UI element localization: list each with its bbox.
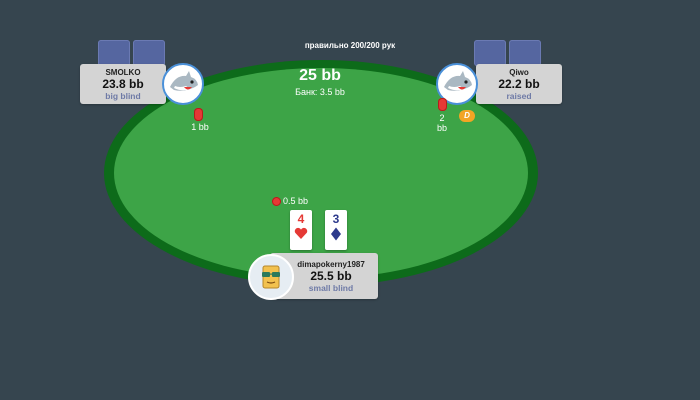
opponent-card-back <box>509 40 541 66</box>
player-stack: 23.8 bb <box>102 77 144 91</box>
player-name: Qiwo <box>509 68 529 77</box>
player-status: big blind <box>105 91 141 101</box>
card-rank: 3 <box>332 212 340 226</box>
player-bet: 1 bb <box>191 122 209 132</box>
bet-chip <box>194 108 203 121</box>
opponent-card-back <box>98 40 130 66</box>
seat-qiwo[interactable]: Qiwo 22.2 bb raised <box>476 64 562 104</box>
bet-chip <box>438 98 447 111</box>
player-name: SMOLKO <box>105 68 141 77</box>
sunglasses-avatar-icon <box>248 254 294 300</box>
player-stack: 22.2 bb <box>498 77 540 91</box>
diamond-suit-icon <box>325 227 347 246</box>
opponent-card-back <box>133 40 165 66</box>
dealer-button: D <box>459 110 475 122</box>
hole-card-2: 3 <box>325 210 347 250</box>
heart-suit-icon <box>290 227 312 245</box>
card-rank: 4 <box>297 212 305 226</box>
pot-total: 25 bb <box>299 67 341 84</box>
player-bet-amount: 2 <box>439 113 445 123</box>
seat-smolko[interactable]: SMOLKO 23.8 bb big blind <box>80 64 166 104</box>
hole-card-1: 4 <box>290 210 312 250</box>
player-bet-unit: bb <box>436 123 447 133</box>
player-status: raised <box>506 91 532 101</box>
player-bet: 0.5 bb <box>283 196 309 206</box>
opponent-card-back <box>474 40 506 66</box>
pot-bank: Банк: 3.5 bb <box>295 87 345 97</box>
shark-avatar-icon <box>162 63 204 105</box>
bet-chip <box>272 197 281 206</box>
